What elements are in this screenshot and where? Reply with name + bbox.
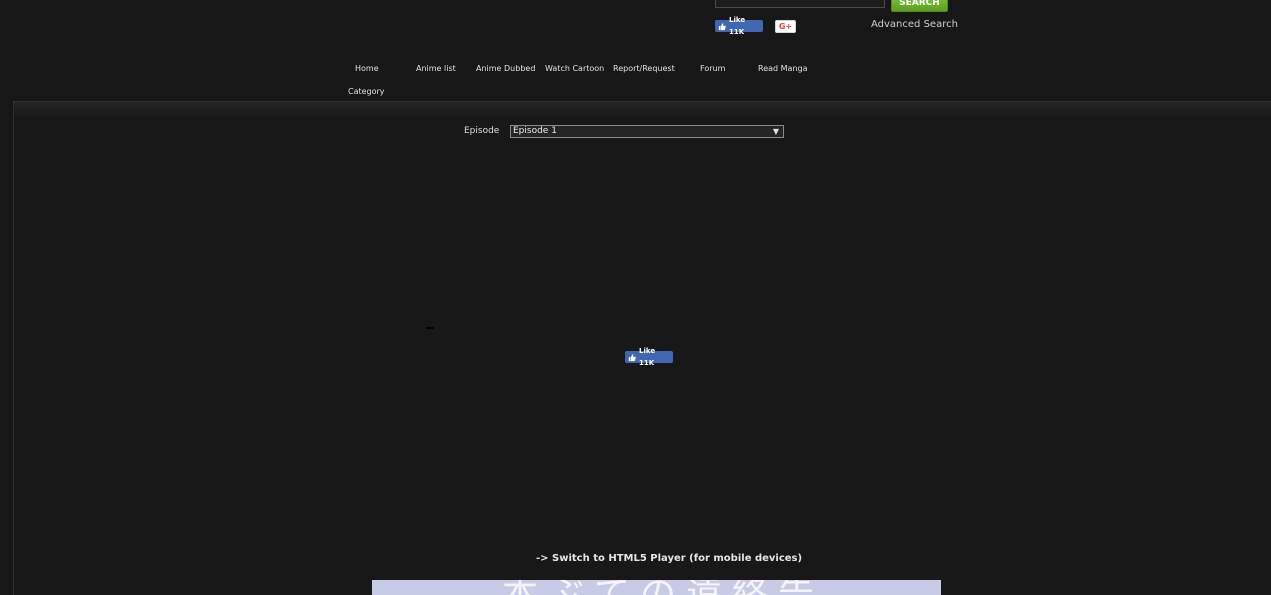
html5-player-switch-link[interactable]: -> Switch to HTML5 Player (for mobile de…	[536, 553, 802, 564]
thumbs-up-icon	[628, 353, 636, 361]
nav-report-request[interactable]: Report/Request	[613, 64, 675, 73]
panel-header-band	[14, 102, 1271, 118]
episode-select-value: Episode 1	[513, 126, 557, 136]
player-facebook-like-button[interactable]: Like 11K	[625, 347, 673, 367]
search-input[interactable]	[715, 0, 885, 8]
video-player[interactable]	[372, 148, 941, 538]
search-button[interactable]: SEARCH	[891, 0, 948, 12]
ad-banner[interactable]: 本ぶての遠終告	[372, 580, 941, 595]
thumbs-up-icon	[718, 22, 726, 30]
nav-forum[interactable]: Forum	[700, 64, 725, 73]
triangle-down-icon: ▼	[772, 127, 779, 136]
nav-anime-list[interactable]: Anime list	[416, 64, 456, 73]
facebook-like-button[interactable]: Like 11K	[715, 16, 763, 36]
player-control[interactable]	[426, 327, 434, 329]
episode-label: Episode	[464, 126, 500, 136]
nav-category[interactable]: Category	[348, 87, 385, 96]
nav-read-manga[interactable]: Read Manga	[758, 64, 808, 73]
page: SEARCH Like 11K G+ Advanced Search Home …	[0, 0, 1271, 595]
player-facebook-like-label: Like 11K	[639, 347, 656, 367]
google-plus-button[interactable]: G+	[775, 20, 796, 33]
nav-watch-cartoon[interactable]: Watch Cartoon	[545, 64, 604, 73]
ad-banner-text: 本ぶての遠終告	[502, 580, 824, 595]
advanced-search-link[interactable]: Advanced Search	[871, 19, 958, 30]
episode-select[interactable]: Episode 1 ▼	[510, 125, 784, 138]
nav-anime-dubbed[interactable]: Anime Dubbed	[476, 64, 535, 73]
facebook-like-label: Like 11K	[729, 16, 746, 36]
nav-home[interactable]: Home	[355, 64, 379, 73]
